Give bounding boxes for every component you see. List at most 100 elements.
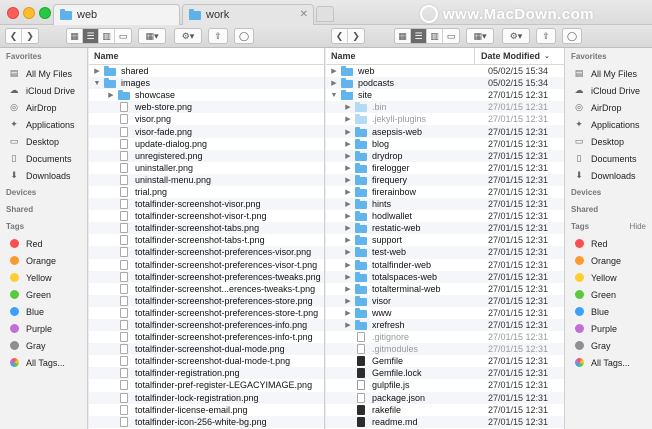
sidebar-item-desktop[interactable]: ▭ Desktop [0, 133, 87, 150]
file-row[interactable]: totalfinder-screenshot-visor-t.png [89, 210, 324, 222]
tab-work[interactable]: ✕ work [182, 4, 314, 25]
disclosure-collapsed-icon[interactable]: ▶ [344, 321, 352, 329]
disclosure-collapsed-icon[interactable]: ▶ [344, 188, 352, 196]
file-row[interactable]: rakefile 27/01/15 12:31 [326, 404, 564, 416]
back-button[interactable]: ❮ [6, 29, 22, 43]
file-row[interactable]: totalfinder-screenshot-preferences-tweak… [89, 270, 324, 283]
file-row[interactable]: Gemfile 27/01/15 12:31 [326, 355, 564, 367]
disclosure-collapsed-icon[interactable]: ▶ [344, 236, 352, 244]
disclosure-collapsed-icon[interactable]: ▶ [344, 297, 352, 305]
folder-row[interactable]: ▼ images [89, 77, 324, 90]
disclosure-collapsed-icon[interactable]: ▶ [344, 176, 352, 184]
arrange-button[interactable]: ▦▾ [138, 28, 166, 44]
action-gear-button[interactable]: ⚙▾ [174, 28, 202, 44]
arrange-button[interactable]: ▦▾ [466, 28, 494, 44]
sidebar-item-applications[interactable]: ✦ Applications [565, 116, 652, 133]
sidebar-item-documents[interactable]: ▯ Documents [0, 150, 87, 167]
file-row[interactable]: gulpfile.js 27/01/15 12:31 [326, 379, 564, 391]
action-gear-button[interactable]: ⚙▾ [502, 28, 530, 44]
coverflow-view-button[interactable]: ▭ [115, 29, 131, 43]
file-row[interactable]: trial.png [89, 186, 324, 198]
file-row[interactable]: totalfinder-screenshot-preferences-info-… [89, 331, 324, 343]
sidebar-item-downloads[interactable]: ⬇ Downloads [565, 167, 652, 184]
zoom-window-button[interactable] [39, 7, 51, 19]
file-row[interactable]: totalfinder-screenshot-tabs.png [89, 222, 324, 235]
share-button[interactable]: ⇪ [536, 28, 556, 44]
file-row[interactable]: totalfinder-screenshot-preferences-visor… [89, 259, 324, 271]
minimize-window-button[interactable] [23, 7, 35, 19]
coverflow-view-button[interactable]: ▭ [443, 29, 459, 43]
folder-row[interactable]: ▶ firelogger 27/01/15 12:31 [326, 162, 564, 174]
file-row[interactable]: update-dialog.png [89, 138, 324, 150]
sidebar-item-desktop[interactable]: ▭ Desktop [565, 133, 652, 150]
disclosure-collapsed-icon[interactable]: ▶ [344, 200, 352, 208]
folder-row[interactable]: ▶ totalterminal-web 27/01/15 12:31 [326, 283, 564, 295]
disclosure-collapsed-icon[interactable]: ▶ [344, 285, 352, 293]
new-tab-button[interactable] [316, 6, 334, 22]
sidebar-item-applications[interactable]: ✦ Applications [0, 116, 87, 133]
sidebar-item-airdrop[interactable]: ◎ AirDrop [565, 99, 652, 116]
folder-row[interactable]: ▶ test-web 27/01/15 12:31 [326, 246, 564, 259]
close-window-button[interactable] [7, 7, 19, 19]
folder-row[interactable]: ▶ totalfinder-web 27/01/15 12:31 [326, 259, 564, 271]
file-row[interactable]: uninstall-menu.png [89, 173, 324, 186]
disclosure-expanded-icon[interactable]: ▼ [330, 92, 338, 99]
sidebar-item-downloads[interactable]: ⬇ Downloads [0, 167, 87, 184]
sidebar-item-all-my-files[interactable]: ▤ All My Files [0, 65, 87, 82]
sidebar-item-icloud-drive[interactable]: ☁ iCloud Drive [0, 82, 87, 99]
disclosure-collapsed-icon[interactable]: ▶ [344, 248, 352, 256]
file-row[interactable]: .gitignore 27/01/15 12:31 [326, 331, 564, 343]
date-modified-column-header[interactable]: Date Modified ⌄ [474, 48, 564, 64]
list-view-button[interactable]: ☰ [83, 29, 99, 43]
disclosure-collapsed-icon[interactable]: ▶ [344, 224, 352, 232]
icon-view-button[interactable]: ▦ [395, 29, 411, 43]
tag-item-yellow[interactable]: Yellow [565, 269, 652, 286]
file-row[interactable]: visor.png [89, 113, 324, 125]
forward-button[interactable]: ❯ [22, 29, 38, 43]
tag-item-yellow[interactable]: Yellow [0, 269, 87, 286]
file-row[interactable]: totalfinder-screenshot-visor.png [89, 198, 324, 211]
tag-item-all-tags[interactable]: All Tags... [565, 354, 652, 371]
tag-item-blue[interactable]: Blue [565, 303, 652, 320]
disclosure-collapsed-icon[interactable]: ▶ [344, 128, 352, 136]
folder-row[interactable]: ▶ totalspaces-web 27/01/15 12:31 [326, 270, 564, 283]
back-button[interactable]: ❮ [332, 29, 348, 43]
folder-row[interactable]: ▶ showcase [89, 89, 324, 101]
file-row[interactable]: Gemfile.lock 27/01/15 12:31 [326, 367, 564, 380]
folder-row[interactable]: ▶ podcasts 05/02/15 15:34 [326, 77, 564, 90]
file-row[interactable]: totalfinder-screenshot-dual-mode-t.png [89, 355, 324, 367]
disclosure-collapsed-icon[interactable]: ▶ [344, 115, 352, 123]
folder-row[interactable]: ▶ xrefresh 27/01/15 12:31 [326, 318, 564, 332]
disclosure-collapsed-icon[interactable]: ▶ [344, 309, 352, 317]
disclosure-collapsed-icon[interactable]: ▶ [107, 91, 115, 99]
sidebar-item-documents[interactable]: ▯ Documents [565, 150, 652, 167]
folder-row[interactable]: ▶ firequery 27/01/15 12:31 [326, 173, 564, 186]
file-row[interactable]: totalfinder-screenshot...erences-tweaks-… [89, 283, 324, 295]
tag-item-gray[interactable]: Gray [565, 337, 652, 354]
tag-item-red[interactable]: Red [0, 235, 87, 252]
tab-web[interactable]: web [53, 4, 180, 25]
name-column-header[interactable]: Name [89, 51, 324, 61]
folder-row[interactable]: ▶ .bin 27/01/15 12:31 [326, 101, 564, 114]
tag-button[interactable]: ◯ [234, 28, 254, 44]
file-row[interactable]: visor-fade.png [89, 125, 324, 138]
folder-row[interactable]: ▶ firerainbow 27/01/15 12:31 [326, 186, 564, 198]
file-row[interactable]: uninstaller.png [89, 162, 324, 174]
tag-item-orange[interactable]: Orange [565, 252, 652, 269]
disclosure-collapsed-icon[interactable]: ▶ [344, 152, 352, 160]
disclosure-collapsed-icon[interactable]: ▶ [344, 164, 352, 172]
file-row[interactable]: totalfinder-screenshot-tabs-t.png [89, 234, 324, 246]
tag-button[interactable]: ◯ [562, 28, 582, 44]
folder-row[interactable]: ▼ site 27/01/15 12:31 [326, 89, 564, 101]
column-view-button[interactable]: ▥ [99, 29, 115, 43]
tag-item-purple[interactable]: Purple [565, 320, 652, 337]
disclosure-collapsed-icon[interactable]: ▶ [93, 67, 101, 75]
folder-row[interactable]: ▶ blog 27/01/15 12:31 [326, 138, 564, 150]
disclosure-collapsed-icon[interactable]: ▶ [344, 261, 352, 269]
file-row[interactable]: totalfinder-registration.png [89, 367, 324, 380]
folder-row[interactable]: ▶ visor 27/01/15 12:31 [326, 294, 564, 307]
file-row[interactable]: totalfinder-screenshot-dual-mode.png [89, 343, 324, 356]
folder-row[interactable]: ▶ support 27/01/15 12:31 [326, 234, 564, 246]
sidebar-item-icloud-drive[interactable]: ☁ iCloud Drive [565, 82, 652, 99]
column-view-button[interactable]: ▥ [427, 29, 443, 43]
